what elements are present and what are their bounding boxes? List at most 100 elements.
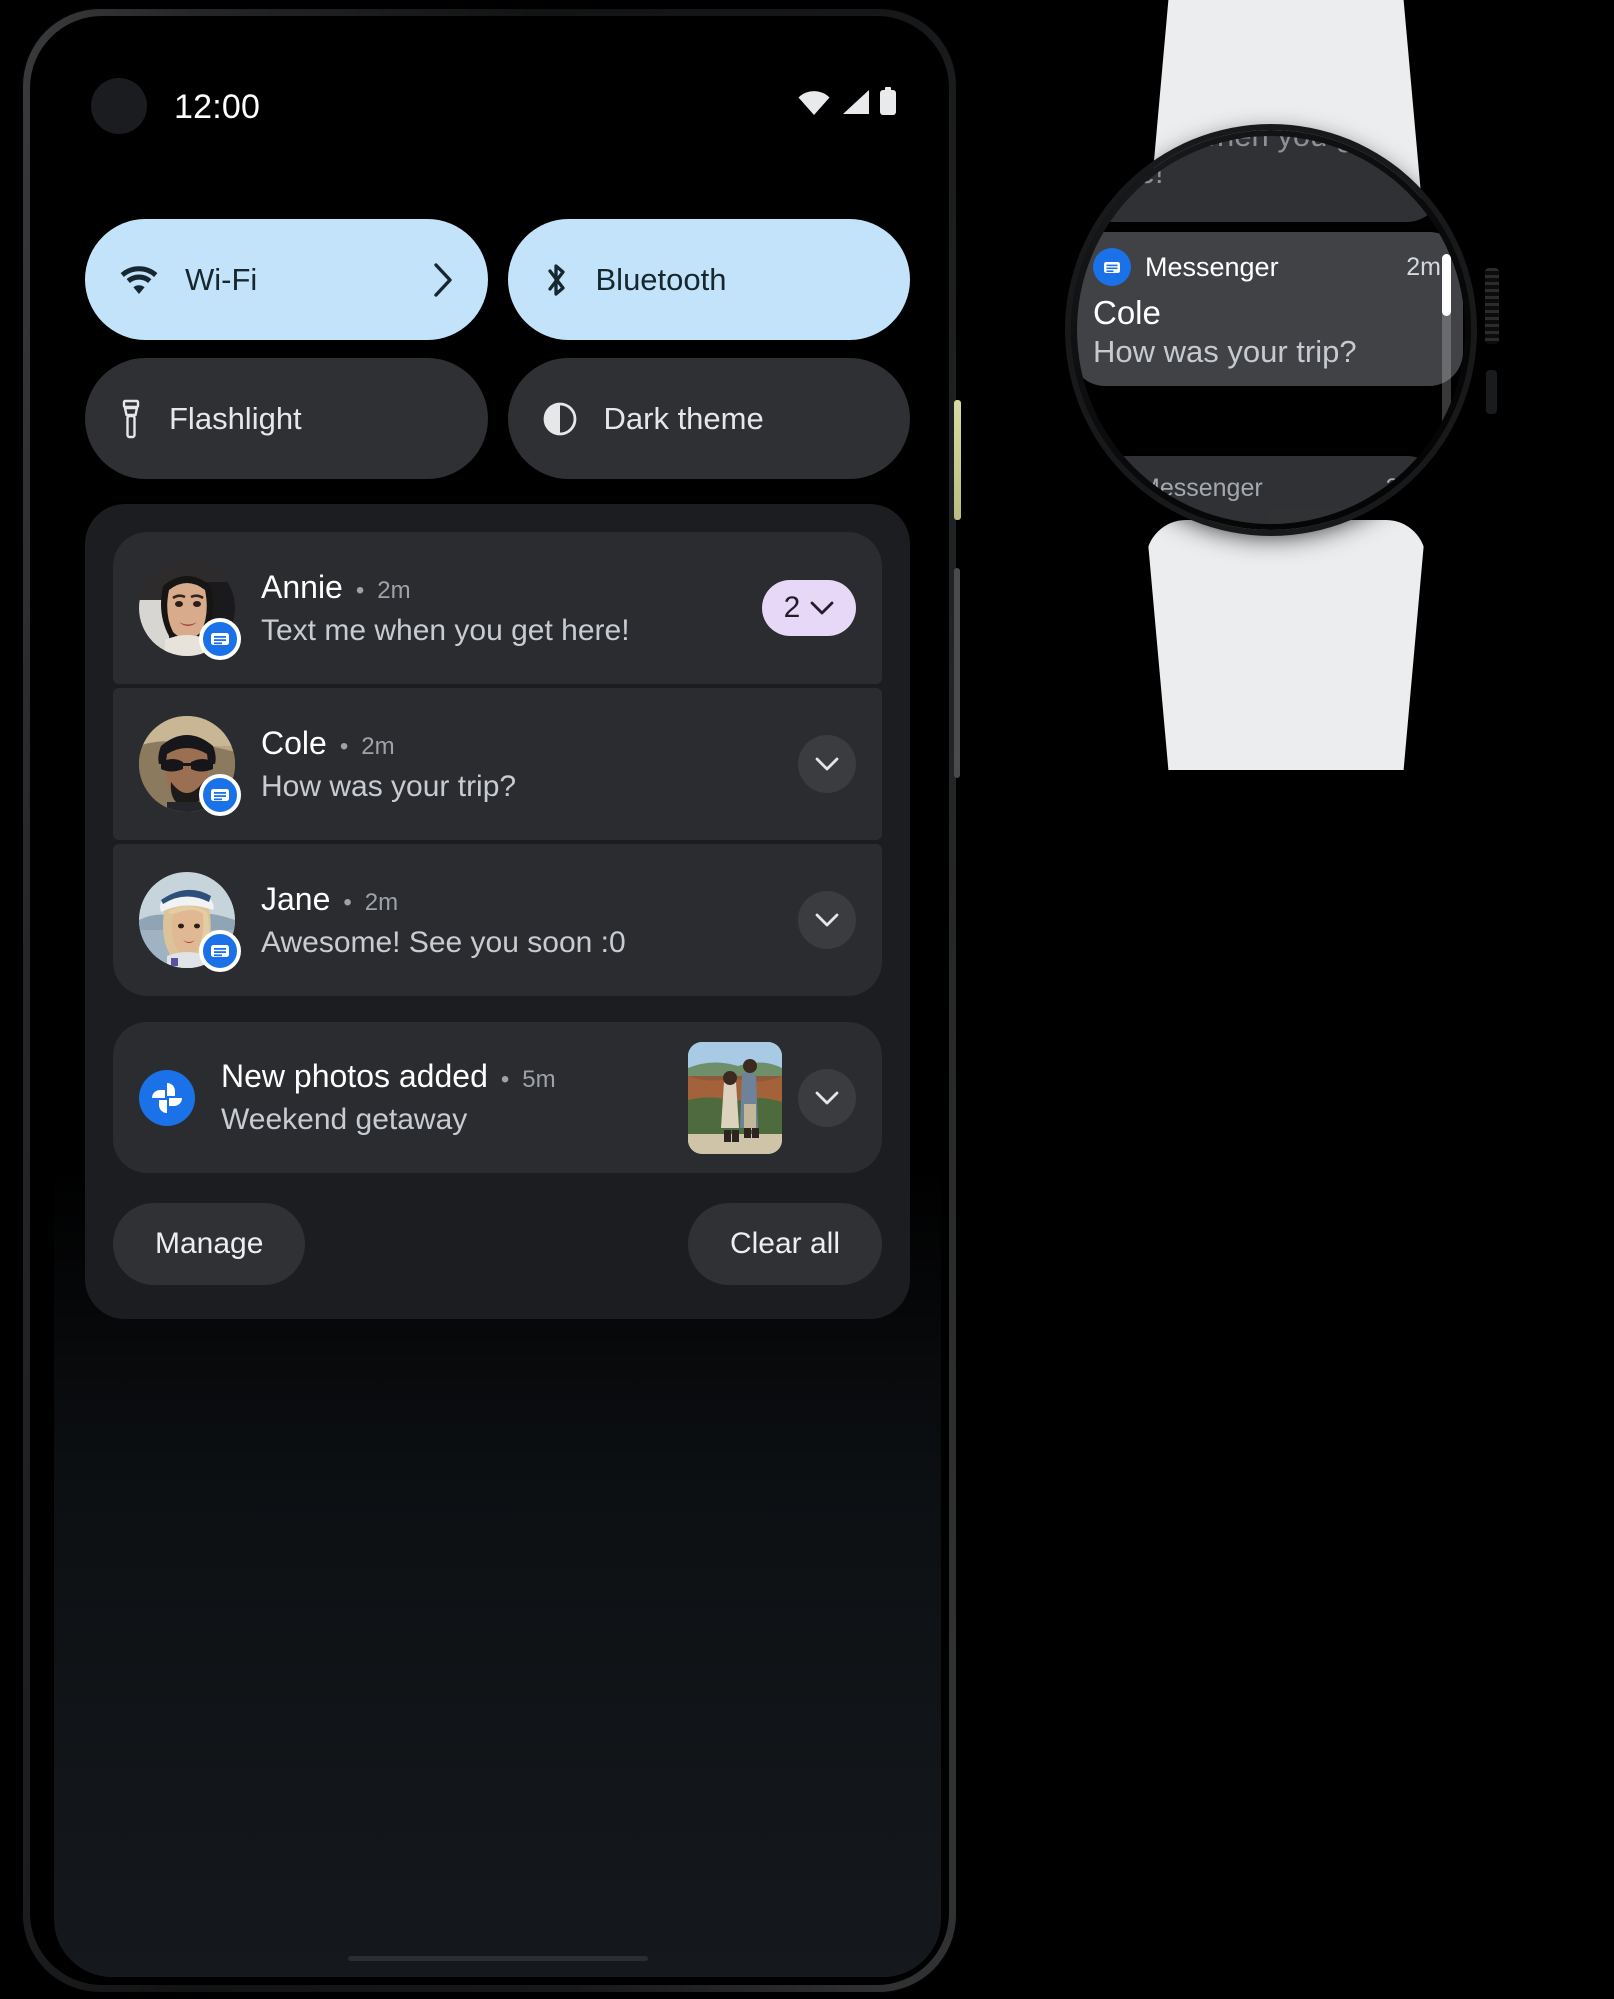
- messages-notification-group: Annie • 2m Text me when you get here! 2: [113, 532, 882, 996]
- manage-button[interactable]: Manage: [113, 1203, 306, 1285]
- chevron-down-icon: [815, 913, 839, 927]
- notification-time: 2m: [377, 576, 411, 604]
- notification-google-photos[interactable]: New photos added • 5m Weekend getaway: [113, 1022, 882, 1173]
- notification-message: How was your trip?: [261, 769, 517, 803]
- messenger-icon: [199, 618, 241, 660]
- separator-dot: •: [339, 732, 349, 760]
- watch-notification-message: How was your trip?: [1093, 334, 1357, 369]
- quick-tile-bluetooth[interactable]: Bluetooth: [507, 219, 910, 340]
- watch-app-name: Messenger: [1145, 251, 1279, 282]
- notification-time: 2m: [361, 732, 395, 760]
- notification-count-expander[interactable]: 2: [762, 580, 856, 636]
- notification-message: Text me when you get here!: [261, 613, 630, 647]
- notification-time: 2m: [364, 888, 399, 916]
- watch-crown[interactable]: [1485, 268, 1499, 344]
- watch-band-bottom: [1146, 520, 1426, 770]
- notification-expand-button[interactable]: [798, 891, 856, 949]
- notification-message: Weekend getaway: [221, 1103, 468, 1136]
- notification-thumbnail[interactable]: [688, 1041, 782, 1154]
- notification-content: Jane • 2m Awesome! See you soon :0: [261, 881, 782, 960]
- dark-theme-icon: [543, 402, 576, 435]
- messenger-icon: [199, 930, 241, 972]
- watch-notification-cole[interactable]: Messenger 2m Cole How was your trip?: [1077, 232, 1463, 386]
- separator-dot: •: [500, 1066, 510, 1093]
- messenger-icon: [1093, 472, 1125, 504]
- clear-all-button[interactable]: Clear all: [687, 1203, 882, 1285]
- google-photos-icon: [139, 1069, 195, 1126]
- separator-dot: •: [343, 888, 352, 916]
- quick-tile-dark-theme[interactable]: Dark theme: [507, 358, 910, 479]
- cell-signal-icon: [843, 90, 869, 114]
- separator-dot: •: [355, 576, 365, 604]
- watch-notification-sender: Cole: [1093, 294, 1161, 331]
- watch-body: ext me when you get here! Messenge: [1071, 130, 1471, 530]
- status-bar-icons: [797, 87, 897, 115]
- watch-side-button[interactable]: [1486, 370, 1497, 414]
- quick-tile-bluetooth-label: Bluetooth: [595, 261, 727, 297]
- notification-expand-button[interactable]: [798, 1068, 856, 1127]
- phone-power-button[interactable]: [954, 400, 961, 520]
- chevron-right-icon[interactable]: [432, 262, 454, 298]
- shade-action-row: Manage Clear all: [113, 1173, 882, 1319]
- chevron-down-icon: [815, 1091, 839, 1104]
- phone-volume-button[interactable]: [954, 568, 960, 778]
- notification-header: Annie • 2m: [261, 569, 746, 606]
- watch-screen: ext me when you get here! Messenge: [1077, 136, 1465, 524]
- chevron-down-icon: [810, 601, 834, 614]
- avatar: [139, 872, 241, 972]
- watch-notification-next[interactable]: Messenger 2m ane: [1077, 456, 1441, 524]
- notification-app-title: New photos added: [221, 1058, 488, 1094]
- notification-sender: Jane: [261, 880, 331, 917]
- phone-bezel: 12:00 Wi-Fi Bluetooth Flashlight Dark th…: [30, 16, 949, 1985]
- quick-tile-wifi[interactable]: Wi-Fi: [85, 219, 488, 340]
- flashlight-icon: [122, 399, 140, 438]
- notification-jane[interactable]: Jane • 2m Awesome! See you soon :0: [113, 844, 882, 996]
- watch-notification-header: Messenger 2m: [1093, 248, 1441, 286]
- quick-tile-flashlight-label: Flashlight: [169, 400, 302, 436]
- notification-content: New photos added • 5m Weekend getaway: [221, 1058, 672, 1137]
- quick-tile-dark-theme-label: Dark theme: [603, 400, 764, 436]
- watch-scrollbar[interactable]: [1442, 254, 1451, 444]
- notification-content: Cole • 2m How was your trip?: [261, 725, 782, 804]
- quick-settings-grid: Wi-Fi Bluetooth Flashlight Dark theme: [85, 219, 910, 479]
- status-bar-clock: 12:00: [174, 88, 261, 126]
- watch-notification-previous[interactable]: ext me when you get here!: [1077, 136, 1441, 222]
- watch-previous-message: ext me when you get here!: [1093, 136, 1379, 190]
- status-bar: 12:00: [54, 40, 941, 150]
- notification-content: Annie • 2m Text me when you get here!: [261, 569, 746, 648]
- chevron-down-icon: [815, 757, 839, 771]
- notification-message: Awesome! See you soon :0: [261, 925, 626, 959]
- phone-screen: 12:00 Wi-Fi Bluetooth Flashlight Dark th…: [54, 40, 941, 1977]
- battery-icon: [880, 87, 896, 115]
- quick-tile-wifi-label: Wi-Fi: [185, 261, 258, 297]
- notification-shade: Annie • 2m Text me when you get here! 2: [85, 504, 910, 1319]
- notification-expand-button[interactable]: [798, 735, 856, 793]
- notification-sender: Annie: [261, 568, 343, 605]
- bluetooth-icon: [547, 263, 565, 296]
- messenger-icon: [1093, 248, 1131, 286]
- phone-device-frame: 12:00 Wi-Fi Bluetooth Flashlight Dark th…: [22, 8, 961, 1993]
- notification-time: 5m: [522, 1066, 556, 1093]
- watch-notification-header: Messenger 2m: [1093, 472, 1419, 504]
- wifi-icon: [120, 265, 158, 294]
- notification-header: Jane • 2m: [261, 881, 782, 918]
- notification-header: New photos added • 5m: [221, 1058, 672, 1095]
- notification-annie[interactable]: Annie • 2m Text me when you get here! 2: [113, 532, 882, 684]
- notification-cole[interactable]: Cole • 2m How was your trip?: [113, 688, 882, 840]
- notification-count: 2: [783, 591, 801, 624]
- watch-notification-time: 2m: [1406, 252, 1441, 281]
- avatar: [139, 716, 241, 816]
- watch-notification-time: 2m: [1385, 474, 1419, 501]
- home-indicator[interactable]: [347, 1956, 648, 1961]
- notification-sender: Cole: [261, 724, 327, 761]
- screenshot-root: 12:00 Wi-Fi Bluetooth Flashlight Dark th…: [0, 0, 1614, 1999]
- front-camera-punch-hole: [91, 78, 147, 134]
- smartwatch-device: ext me when you get here! Messenge: [1071, 0, 1501, 770]
- wifi-icon: [798, 91, 830, 115]
- watch-app-name: Messenger: [1139, 473, 1263, 502]
- avatar: [139, 560, 241, 660]
- watch-notification-sender: ane: [1093, 512, 1419, 524]
- quick-tile-flashlight[interactable]: Flashlight: [85, 358, 488, 479]
- notification-header: Cole • 2m: [261, 725, 782, 762]
- messenger-icon: [199, 774, 241, 816]
